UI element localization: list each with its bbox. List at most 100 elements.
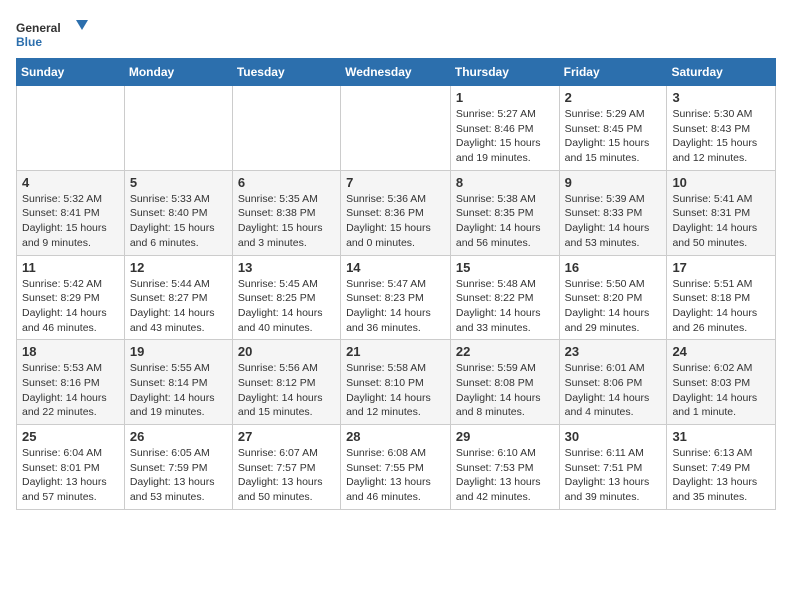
calendar-cell: 2 Sunrise: 5:29 AM Sunset: 8:45 PM Daylig…: [559, 86, 667, 171]
day-number: 30: [565, 429, 662, 444]
day-info: Sunrise: 6:07 AM Sunset: 7:57 PM Dayligh…: [238, 446, 335, 505]
day-number: 15: [456, 260, 554, 275]
day-info: Sunrise: 6:13 AM Sunset: 7:49 PM Dayligh…: [672, 446, 770, 505]
header-monday: Monday: [124, 59, 232, 86]
day-info: Sunrise: 6:10 AM Sunset: 7:53 PM Dayligh…: [456, 446, 554, 505]
day-info: Sunrise: 5:59 AM Sunset: 8:08 PM Dayligh…: [456, 361, 554, 420]
day-number: 8: [456, 175, 554, 190]
header-friday: Friday: [559, 59, 667, 86]
day-number: 19: [130, 344, 227, 359]
day-number: 9: [565, 175, 662, 190]
calendar-cell: 31Sunrise: 6:13 AM Sunset: 7:49 PM Dayli…: [667, 425, 776, 510]
day-info: Sunrise: 5:56 AM Sunset: 8:12 PM Dayligh…: [238, 361, 335, 420]
calendar-cell: 10 Sunrise: 5:41 AM Sunset: 8:31 PM Dayli…: [667, 170, 776, 255]
week-row-3: 11Sunrise: 5:42 AM Sunset: 8:29 PM Dayli…: [17, 255, 776, 340]
day-number: 27: [238, 429, 335, 444]
day-info: Sunrise: 5:39 AM Sunset: 8:33 PM Dayligh…: [565, 192, 662, 251]
calendar-cell: 16Sunrise: 5:50 AM Sunset: 8:20 PM Dayli…: [559, 255, 667, 340]
week-row-1: 1Sunrise: 5:27 AM Sunset: 8:46 PM Daylig…: [17, 86, 776, 171]
calendar-cell: [341, 86, 451, 171]
day-number: 23: [565, 344, 662, 359]
day-number: 29: [456, 429, 554, 444]
day-info: Sunrise: 5:53 AM Sunset: 8:16 PM Dayligh…: [22, 361, 119, 420]
calendar-cell: 22 Sunrise: 5:59 AM Sunset: 8:08 PM Dayli…: [450, 340, 559, 425]
day-number: 10: [672, 175, 770, 190]
calendar-cell: 20 Sunrise: 5:56 AM Sunset: 8:12 PM Dayli…: [232, 340, 340, 425]
day-info: Sunrise: 5:33 AM Sunset: 8:40 PM Dayligh…: [130, 192, 227, 251]
day-number: 7: [346, 175, 445, 190]
day-info: Sunrise: 5:36 AM Sunset: 8:36 PM Dayligh…: [346, 192, 445, 251]
day-number: 12: [130, 260, 227, 275]
day-number: 5: [130, 175, 227, 190]
calendar-cell: [124, 86, 232, 171]
logo-icon: General Blue: [16, 16, 91, 50]
calendar-cell: 30 Sunrise: 6:11 AM Sunset: 7:51 PM Dayli…: [559, 425, 667, 510]
calendar-cell: 23 Sunrise: 6:01 AM Sunset: 8:06 PM Dayli…: [559, 340, 667, 425]
day-number: 22: [456, 344, 554, 359]
week-row-5: 25 Sunrise: 6:04 AM Sunset: 8:01 PM Dayli…: [17, 425, 776, 510]
day-info: Sunrise: 5:58 AM Sunset: 8:10 PM Dayligh…: [346, 361, 445, 420]
day-info: Sunrise: 5:47 AM Sunset: 8:23 PM Dayligh…: [346, 277, 445, 336]
day-info: Sunrise: 5:35 AM Sunset: 8:38 PM Dayligh…: [238, 192, 335, 251]
day-number: 20: [238, 344, 335, 359]
header-tuesday: Tuesday: [232, 59, 340, 86]
calendar-cell: 15 Sunrise: 5:48 AM Sunset: 8:22 PM Dayli…: [450, 255, 559, 340]
day-info: Sunrise: 6:08 AM Sunset: 7:55 PM Dayligh…: [346, 446, 445, 505]
day-info: Sunrise: 5:45 AM Sunset: 8:25 PM Dayligh…: [238, 277, 335, 336]
calendar-cell: 19Sunrise: 5:55 AM Sunset: 8:14 PM Dayli…: [124, 340, 232, 425]
day-info: Sunrise: 6:11 AM Sunset: 7:51 PM Dayligh…: [565, 446, 662, 505]
day-number: 6: [238, 175, 335, 190]
day-number: 2: [565, 90, 662, 105]
day-info: Sunrise: 5:30 AM Sunset: 8:43 PM Dayligh…: [672, 107, 770, 166]
day-info: Sunrise: 5:41 AM Sunset: 8:31 PM Dayligh…: [672, 192, 770, 251]
calendar-cell: 1Sunrise: 5:27 AM Sunset: 8:46 PM Daylig…: [450, 86, 559, 171]
day-info: Sunrise: 5:29 AM Sunset: 8:45 PM Dayligh…: [565, 107, 662, 166]
calendar-cell: 29 Sunrise: 6:10 AM Sunset: 7:53 PM Dayli…: [450, 425, 559, 510]
day-number: 25: [22, 429, 119, 444]
day-info: Sunrise: 5:50 AM Sunset: 8:20 PM Dayligh…: [565, 277, 662, 336]
day-info: Sunrise: 5:44 AM Sunset: 8:27 PM Dayligh…: [130, 277, 227, 336]
header-row: SundayMondayTuesdayWednesdayThursdayFrid…: [17, 59, 776, 86]
week-row-2: 4 Sunrise: 5:32 AM Sunset: 8:41 PM Daylig…: [17, 170, 776, 255]
calendar-cell: 3 Sunrise: 5:30 AM Sunset: 8:43 PM Daylig…: [667, 86, 776, 171]
calendar-cell: 12 Sunrise: 5:44 AM Sunset: 8:27 PM Dayli…: [124, 255, 232, 340]
calendar-cell: 14Sunrise: 5:47 AM Sunset: 8:23 PM Dayli…: [341, 255, 451, 340]
day-number: 24: [672, 344, 770, 359]
calendar-cell: 21 Sunrise: 5:58 AM Sunset: 8:10 PM Dayli…: [341, 340, 451, 425]
calendar-cell: 17 Sunrise: 5:51 AM Sunset: 8:18 PM Dayli…: [667, 255, 776, 340]
day-info: Sunrise: 5:27 AM Sunset: 8:46 PM Dayligh…: [456, 107, 554, 166]
calendar-cell: 18 Sunrise: 5:53 AM Sunset: 8:16 PM Dayli…: [17, 340, 125, 425]
day-number: 17: [672, 260, 770, 275]
day-number: 18: [22, 344, 119, 359]
calendar-cell: 9 Sunrise: 5:39 AM Sunset: 8:33 PM Daylig…: [559, 170, 667, 255]
calendar-cell: [232, 86, 340, 171]
day-number: 3: [672, 90, 770, 105]
day-info: Sunrise: 5:51 AM Sunset: 8:18 PM Dayligh…: [672, 277, 770, 336]
week-row-4: 18 Sunrise: 5:53 AM Sunset: 8:16 PM Dayli…: [17, 340, 776, 425]
calendar-cell: 25 Sunrise: 6:04 AM Sunset: 8:01 PM Dayli…: [17, 425, 125, 510]
header-saturday: Saturday: [667, 59, 776, 86]
calendar-cell: 26Sunrise: 6:05 AM Sunset: 7:59 PM Dayli…: [124, 425, 232, 510]
day-info: Sunrise: 5:48 AM Sunset: 8:22 PM Dayligh…: [456, 277, 554, 336]
calendar-cell: 13 Sunrise: 5:45 AM Sunset: 8:25 PM Dayli…: [232, 255, 340, 340]
calendar-body: 1Sunrise: 5:27 AM Sunset: 8:46 PM Daylig…: [17, 86, 776, 510]
day-number: 13: [238, 260, 335, 275]
calendar-cell: 7 Sunrise: 5:36 AM Sunset: 8:36 PM Daylig…: [341, 170, 451, 255]
day-number: 26: [130, 429, 227, 444]
day-info: Sunrise: 6:01 AM Sunset: 8:06 PM Dayligh…: [565, 361, 662, 420]
calendar-cell: 4 Sunrise: 5:32 AM Sunset: 8:41 PM Daylig…: [17, 170, 125, 255]
header-thursday: Thursday: [450, 59, 559, 86]
calendar-cell: 11Sunrise: 5:42 AM Sunset: 8:29 PM Dayli…: [17, 255, 125, 340]
calendar-cell: 6 Sunrise: 5:35 AM Sunset: 8:38 PM Daylig…: [232, 170, 340, 255]
header-sunday: Sunday: [17, 59, 125, 86]
day-number: 11: [22, 260, 119, 275]
day-info: Sunrise: 5:32 AM Sunset: 8:41 PM Dayligh…: [22, 192, 119, 251]
day-info: Sunrise: 6:04 AM Sunset: 8:01 PM Dayligh…: [22, 446, 119, 505]
calendar-cell: 24 Sunrise: 6:02 AM Sunset: 8:03 PM Dayli…: [667, 340, 776, 425]
logo: General Blue: [16, 16, 91, 50]
day-info: Sunrise: 5:38 AM Sunset: 8:35 PM Dayligh…: [456, 192, 554, 251]
day-number: 21: [346, 344, 445, 359]
day-info: Sunrise: 6:02 AM Sunset: 8:03 PM Dayligh…: [672, 361, 770, 420]
day-number: 4: [22, 175, 119, 190]
day-number: 28: [346, 429, 445, 444]
